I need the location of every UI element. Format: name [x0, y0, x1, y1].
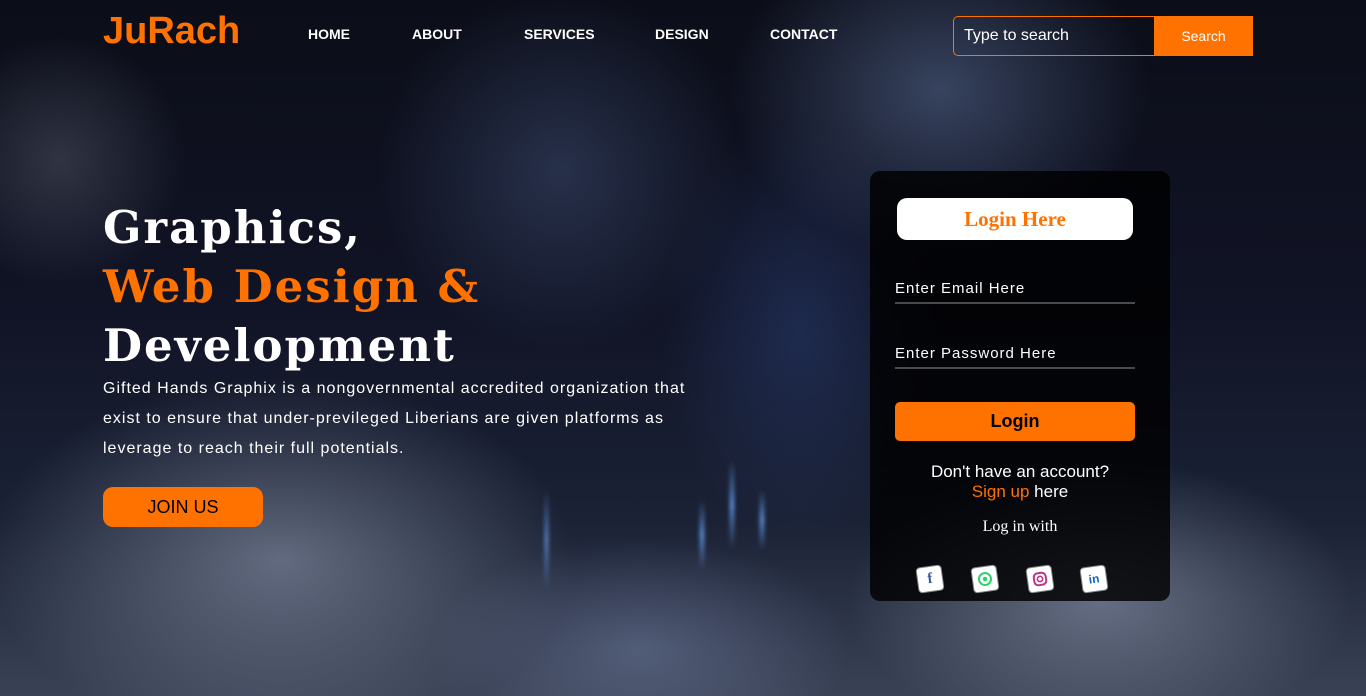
background-glow	[730, 460, 734, 550]
login-card: Login Here Login Don't have an account? …	[870, 171, 1170, 601]
hero-heading-line3: Development	[103, 319, 456, 372]
background-glow	[760, 490, 764, 550]
nav-design[interactable]: DESIGN	[655, 26, 709, 42]
signup-link[interactable]: Sign up	[972, 482, 1030, 501]
login-button[interactable]: Login	[895, 402, 1135, 441]
login-title: Login Here	[897, 198, 1133, 240]
join-us-button[interactable]: JOIN US	[103, 487, 263, 527]
background-glow	[700, 500, 704, 570]
signup-line: Sign up here	[870, 482, 1170, 502]
facebook-icon[interactable]: f	[916, 565, 944, 593]
hero-heading-line2: Web Design &	[103, 260, 481, 313]
site-logo[interactable]: JuRach	[103, 10, 240, 53]
password-field[interactable]	[895, 339, 1135, 369]
nav-home[interactable]: HOME	[308, 26, 350, 42]
nav-about[interactable]: ABOUT	[412, 26, 462, 42]
email-field[interactable]	[895, 274, 1135, 304]
signup-suffix: here	[1029, 482, 1069, 501]
search-input[interactable]	[953, 16, 1154, 56]
login-with-label: Log in with	[982, 518, 1058, 535]
hero-description: Gifted Hands Graphix is a nongovernmenta…	[103, 380, 686, 457]
search-button[interactable]: Search	[1154, 16, 1253, 56]
signup-prompt: Don't have an account? Sign up here	[870, 462, 1170, 502]
whatsapp-icon[interactable]	[971, 565, 999, 593]
hero-heading-line1: Graphics,	[103, 201, 362, 254]
nav-services[interactable]: SERVICES	[524, 26, 595, 42]
linkedin-icon[interactable]: in	[1080, 565, 1108, 593]
instagram-icon[interactable]	[1026, 565, 1054, 593]
background-glow	[545, 490, 548, 590]
nav-contact[interactable]: CONTACT	[770, 26, 837, 42]
no-account-text: Don't have an account?	[930, 462, 1110, 481]
